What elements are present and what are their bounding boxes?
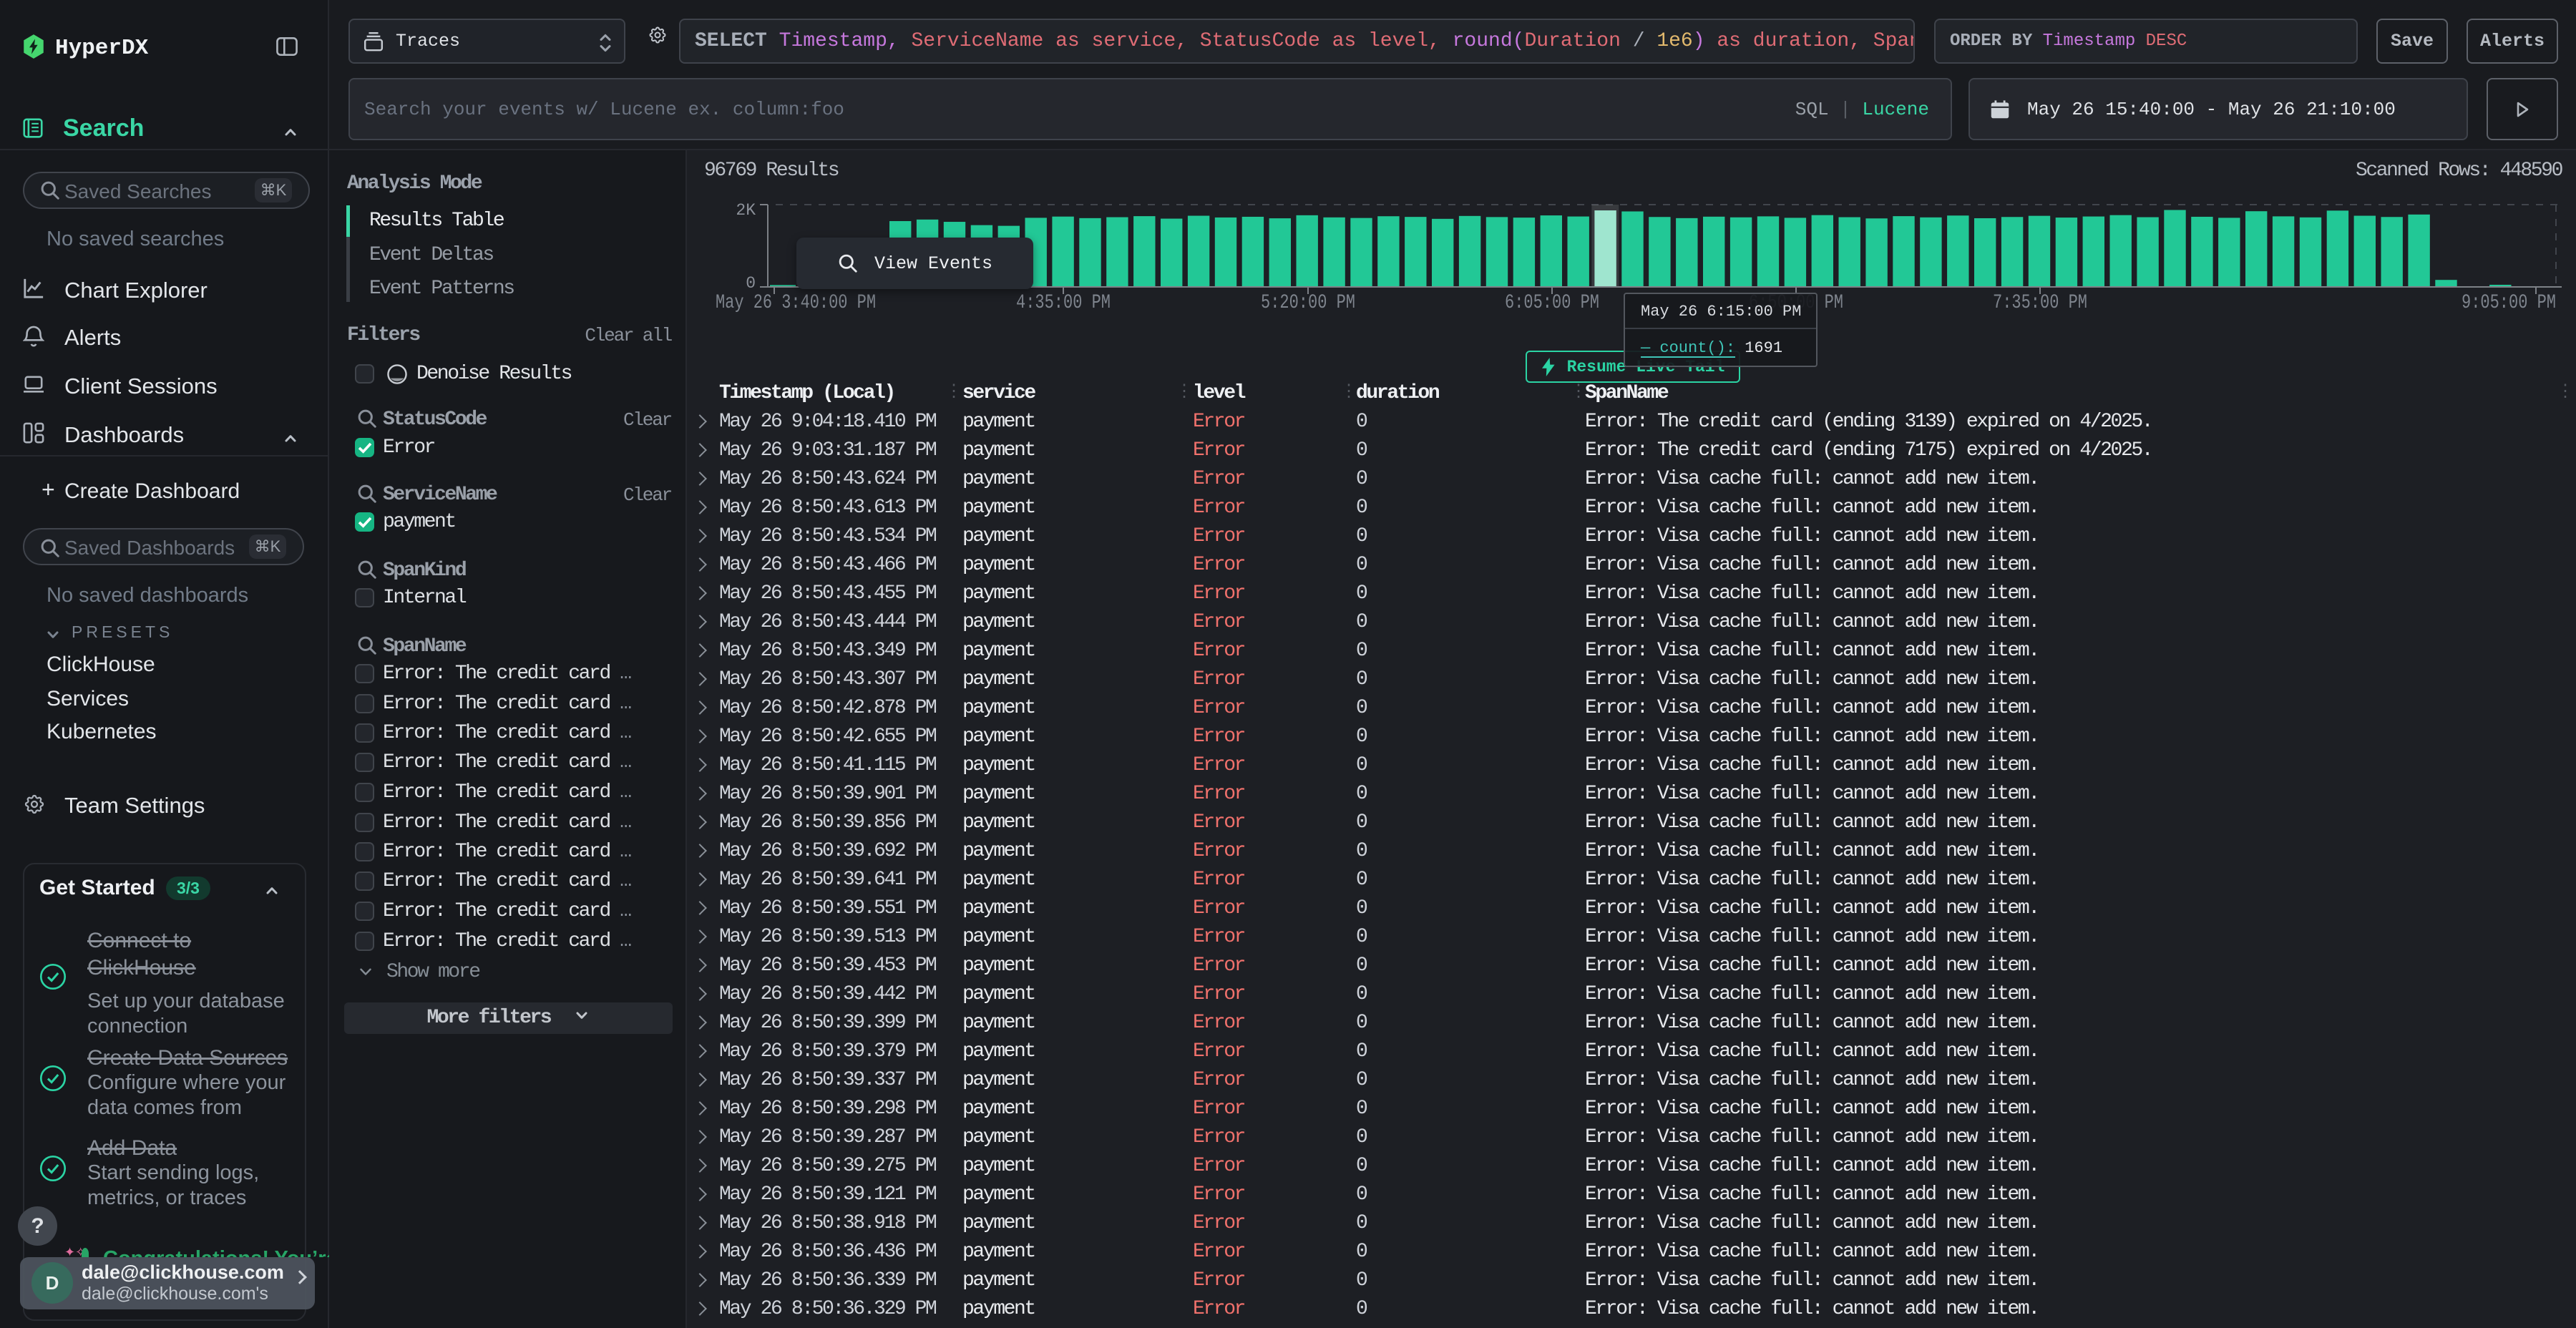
svg-text:0: 0 [746,274,756,293]
svg-text:9:05:00 PM: 9:05:00 PM [2462,292,2556,314]
svg-text:5:20:00 PM: 5:20:00 PM [1261,292,1355,314]
svg-text:7:35:00 PM: 7:35:00 PM [1993,292,2087,314]
svg-text:4:35:00 PM: 4:35:00 PM [1016,292,1111,314]
svg-text:May 26 3:40:00 PM: May 26 3:40:00 PM [716,292,876,314]
svg-text:2K: 2K [736,201,756,220]
svg-text:6:05:00 PM: 6:05:00 PM [1505,292,1599,314]
